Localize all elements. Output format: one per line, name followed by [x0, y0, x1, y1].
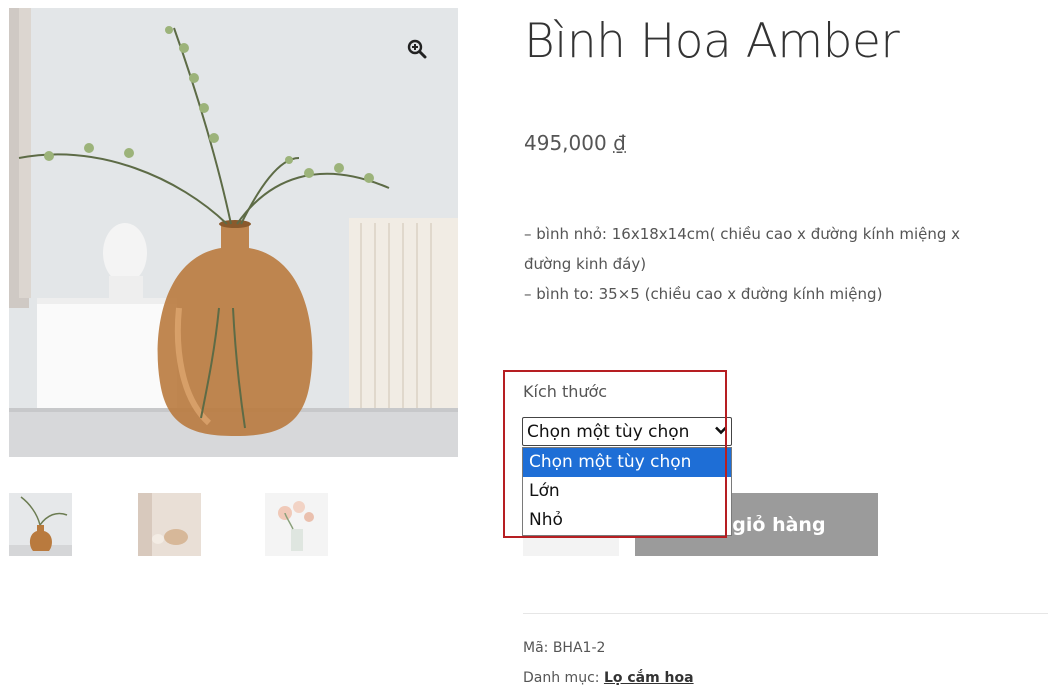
product-short-description: – bình nhỏ: 16x18x14cm( chiều cao x đườn…: [524, 219, 1048, 309]
thumbnail-1[interactable]: [9, 493, 72, 556]
category-label: Danh mục:: [523, 670, 600, 686]
divider: [523, 613, 1048, 614]
product-sku: Mã: BHA1-2: [523, 640, 605, 656]
size-options-dropdown[interactable]: Chọn một tùy chọn Lớn Nhỏ: [522, 447, 732, 536]
thumbnail-3[interactable]: [265, 493, 328, 556]
product-category: Danh mục: Lọ cắm hoa: [523, 670, 694, 686]
description-line: – bình nhỏ: 16x18x14cm( chiều cao x đườn…: [524, 225, 961, 243]
thumbnail-2[interactable]: [138, 493, 201, 556]
size-option-large[interactable]: Lớn: [523, 477, 731, 506]
product-price: 495,000 ₫: [524, 131, 626, 155]
sku-label: Mã:: [523, 640, 549, 656]
chevron-down-icon: [715, 424, 727, 439]
sku-value: BHA1-2: [552, 640, 606, 656]
size-select[interactable]: Chọn một tùy chọn: [522, 417, 732, 446]
thumbnail-image: [265, 493, 328, 556]
zoom-button[interactable]: [400, 32, 434, 66]
category-link[interactable]: Lọ cắm hoa: [604, 670, 694, 686]
thumbnail-image: [138, 493, 201, 556]
product-title: Bình Hoa Amber: [524, 14, 900, 69]
product-main-image[interactable]: [9, 8, 458, 457]
description-line: – bình to: 35×5 (chiều cao x đường kính …: [524, 285, 883, 303]
description-line: đường kinh đáy): [524, 255, 647, 273]
price-amount: 495,000: [524, 131, 607, 155]
price-currency: ₫: [613, 131, 626, 155]
vase-photo: [9, 8, 458, 457]
size-select-value: Chọn một tùy chọn: [527, 421, 690, 442]
size-label: Kích thước: [523, 382, 608, 401]
size-option-small[interactable]: Nhỏ: [523, 506, 731, 535]
magnifier-plus-icon: [407, 39, 427, 59]
size-option-choose[interactable]: Chọn một tùy chọn: [523, 448, 731, 477]
thumbnail-image: [9, 493, 72, 556]
